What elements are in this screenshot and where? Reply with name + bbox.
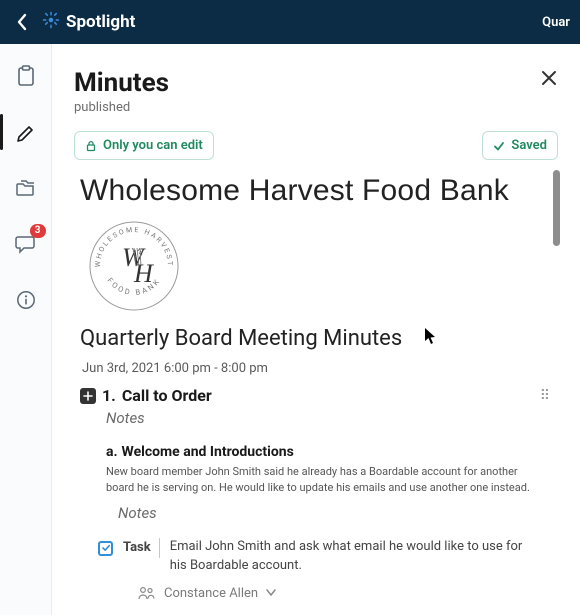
nav-info[interactable] bbox=[12, 286, 40, 314]
page-status: published bbox=[74, 100, 169, 115]
cursor-icon bbox=[424, 327, 438, 349]
assignee-dropdown[interactable] bbox=[266, 586, 276, 601]
plus-icon bbox=[83, 391, 93, 401]
drag-handle[interactable]: ⠿ bbox=[540, 388, 552, 404]
nav-discussions[interactable]: 3 bbox=[12, 230, 40, 258]
left-nav: 3 bbox=[0, 44, 52, 615]
agenda-item-index: 1. bbox=[102, 386, 116, 405]
document-body: Wholesome Harvest Food Bank WHOLESOME HA… bbox=[74, 170, 558, 615]
task-checkbox[interactable] bbox=[98, 541, 113, 556]
main-panel: Minutes published Only you can edit Save… bbox=[52, 44, 580, 615]
check-icon bbox=[493, 140, 505, 152]
task-text[interactable]: Email John Smith and ask what email he w… bbox=[170, 538, 530, 576]
org-logo-icon: WHOLESOME HARVEST FOOD BANK W H bbox=[84, 216, 184, 316]
chevron-down-icon bbox=[266, 589, 276, 597]
saved-chip: Saved bbox=[482, 131, 558, 160]
checkbox-tick-icon bbox=[100, 543, 111, 554]
chevron-left-icon bbox=[16, 13, 28, 31]
org-title: Wholesome Harvest Food Bank bbox=[80, 174, 552, 208]
org-logo: WHOLESOME HARVEST FOOD BANK W H bbox=[84, 216, 552, 320]
subitem-body[interactable]: New board member John Smith said he alre… bbox=[106, 464, 546, 496]
lock-icon bbox=[85, 140, 97, 152]
nav-minutes[interactable] bbox=[12, 118, 40, 146]
brand-name: Spotlight bbox=[66, 12, 135, 32]
svg-text:H: H bbox=[133, 259, 154, 288]
topbar-right-text: Quar bbox=[542, 15, 570, 30]
close-button[interactable] bbox=[540, 68, 558, 92]
task-label: Task bbox=[123, 538, 160, 558]
nav-badge: 3 bbox=[30, 224, 46, 238]
back-button[interactable] bbox=[10, 13, 34, 31]
pencil-icon bbox=[15, 121, 37, 143]
page-title: Minutes bbox=[74, 68, 169, 98]
agenda-item-title: Call to Order bbox=[122, 386, 212, 405]
top-bar: Spotlight Quar bbox=[0, 0, 580, 44]
clipboard-icon bbox=[16, 65, 36, 87]
edit-permission-chip[interactable]: Only you can edit bbox=[74, 131, 214, 160]
nav-agenda[interactable] bbox=[12, 62, 40, 90]
saved-chip-label: Saved bbox=[511, 138, 547, 153]
task-assignee[interactable]: Constance Allen bbox=[138, 586, 552, 601]
nav-documents[interactable] bbox=[12, 174, 40, 202]
subitem-index: a. bbox=[106, 444, 118, 460]
subitem-notes-label[interactable]: Notes bbox=[118, 504, 552, 522]
add-agenda-item-button[interactable] bbox=[80, 388, 96, 404]
folders-icon bbox=[15, 178, 37, 198]
meeting-date: Jun 3rd, 2021 6:00 pm - 8:00 pm bbox=[82, 361, 552, 376]
close-icon bbox=[540, 69, 558, 87]
people-icon bbox=[138, 586, 156, 600]
scrollbar-thumb[interactable] bbox=[553, 170, 560, 246]
assignee-name: Constance Allen bbox=[164, 586, 258, 601]
info-icon bbox=[16, 290, 36, 310]
subitem-title: Welcome and Introductions bbox=[122, 444, 294, 460]
meeting-title: Quarterly Board Meeting Minutes bbox=[80, 326, 402, 351]
brand: Spotlight bbox=[42, 11, 135, 34]
spotlight-logo-icon bbox=[42, 11, 60, 34]
agenda-notes-label[interactable]: Notes bbox=[106, 409, 552, 427]
edit-chip-label: Only you can edit bbox=[103, 138, 203, 153]
